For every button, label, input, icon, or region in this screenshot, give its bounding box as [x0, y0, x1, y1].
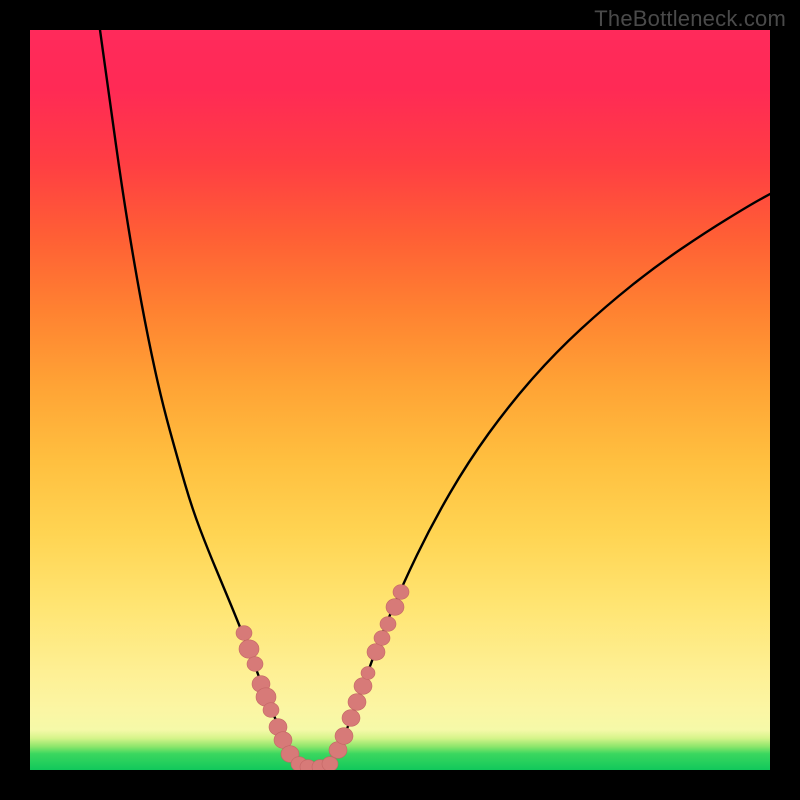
- marker-dot: [354, 678, 372, 695]
- marker-dot: [374, 631, 390, 646]
- marker-dot: [393, 585, 409, 600]
- marker-dot: [322, 757, 338, 770]
- watermark-text: TheBottleneck.com: [594, 6, 786, 32]
- bottleneck-curve: [100, 30, 770, 767]
- marker-dot: [236, 626, 252, 641]
- marker-dots-group: [236, 585, 409, 770]
- marker-dot: [348, 694, 366, 711]
- marker-dot: [263, 703, 279, 718]
- marker-dot: [361, 667, 375, 680]
- chart-frame: TheBottleneck.com: [0, 0, 800, 800]
- marker-dot: [386, 599, 404, 616]
- plot-area: [30, 30, 770, 770]
- marker-dot: [380, 617, 396, 632]
- marker-dot: [367, 644, 385, 661]
- marker-dot: [247, 657, 263, 672]
- chart-svg: [30, 30, 770, 770]
- marker-dot: [342, 710, 360, 727]
- marker-dot: [335, 728, 353, 745]
- marker-dot: [239, 640, 259, 658]
